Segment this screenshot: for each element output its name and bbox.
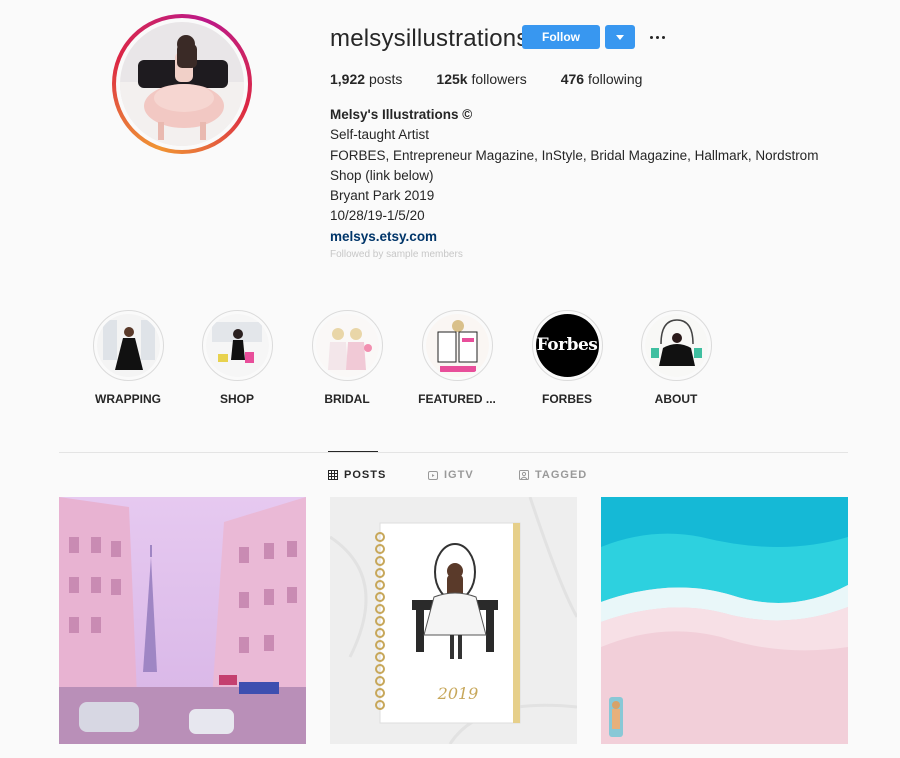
posts-stat: 1,922 posts [330,71,403,87]
post-thumbnail-planner[interactable]: 2019 [330,497,577,744]
bio-name: Melsy's Illustrations © [330,107,473,122]
igtv-icon [428,471,438,480]
tagged-icon [519,470,529,480]
more-options-button[interactable] [646,25,668,49]
highlight-thumbnail: Forbes [535,314,599,377]
highlight-label: FEATURED ... [418,392,496,406]
post-image: 2019 [330,497,577,744]
highlight-label: WRAPPING [95,392,161,406]
highlight-featured[interactable]: FEATURED ... [412,310,502,406]
highlight-bridal[interactable]: BRIDAL [302,310,392,406]
ellipsis-icon [649,35,653,39]
highlight-about[interactable]: ABOUT [631,310,721,406]
grid-icon [328,470,338,480]
tabs-divider [59,452,848,453]
highlight-label: FORBES [541,392,592,406]
bio-line: Bryant Park 2019 [330,188,435,204]
highlight-label: ABOUT [654,392,698,406]
highlight-forbes[interactable]: Forbes FORBES [522,310,612,406]
profile-avatar-ring[interactable] [112,14,252,154]
highlight-thumbnail [96,314,160,377]
post-image [59,497,306,744]
post-thumbnail-beach[interactable] [601,497,848,744]
bio-line: FORBES, Entrepreneur Magazine, InStyle, … [330,147,819,163]
followers-stat[interactable]: 125k followers [436,71,526,87]
profile-bio: Melsy's Illustrations © Self-taught Arti… [330,105,818,259]
highlight-label: SHOP [219,392,254,406]
forbes-logo: Forbes [536,335,598,355]
highlight-wrapping[interactable]: WRAPPING [83,310,173,406]
bio-line: Shop (link below) [330,167,434,183]
followed-by-text[interactable]: Followed by sample members [330,247,818,259]
suggested-dropdown-button[interactable] [605,25,635,49]
tab-label: TAGGED [535,469,588,481]
bio-line: 10/28/19-1/5/20 [330,208,425,224]
tab-tagged[interactable]: TAGGED [519,469,587,481]
active-tab-indicator [328,451,378,452]
highlight-thumbnail [315,314,379,377]
tab-label: IGTV [444,469,474,481]
tab-posts[interactable]: POSTS [328,469,386,481]
username: melsysillustrations [330,25,529,52]
highlight-label: BRIDAL [324,392,370,406]
post-thumbnail-paris[interactable] [59,497,306,744]
chevron-down-icon [616,34,624,40]
tab-label: POSTS [344,469,387,481]
highlight-thumbnail [205,314,269,377]
post-image [601,497,848,744]
avatar [120,22,244,146]
tab-igtv[interactable]: IGTV [428,469,474,481]
bio-line: Self-taught Artist [330,127,430,143]
following-stat[interactable]: 476 following [561,71,643,87]
highlight-shop[interactable]: SHOP [192,310,282,406]
bio-link[interactable]: melsys.etsy.com [330,229,437,244]
highlight-thumbnail [425,314,489,377]
planner-year-text: 2019 [437,684,479,703]
profile-stats: 1,922 posts 125k followers 476 following [330,71,676,87]
highlight-thumbnail [644,314,708,377]
follow-button[interactable]: Follow [522,25,600,49]
